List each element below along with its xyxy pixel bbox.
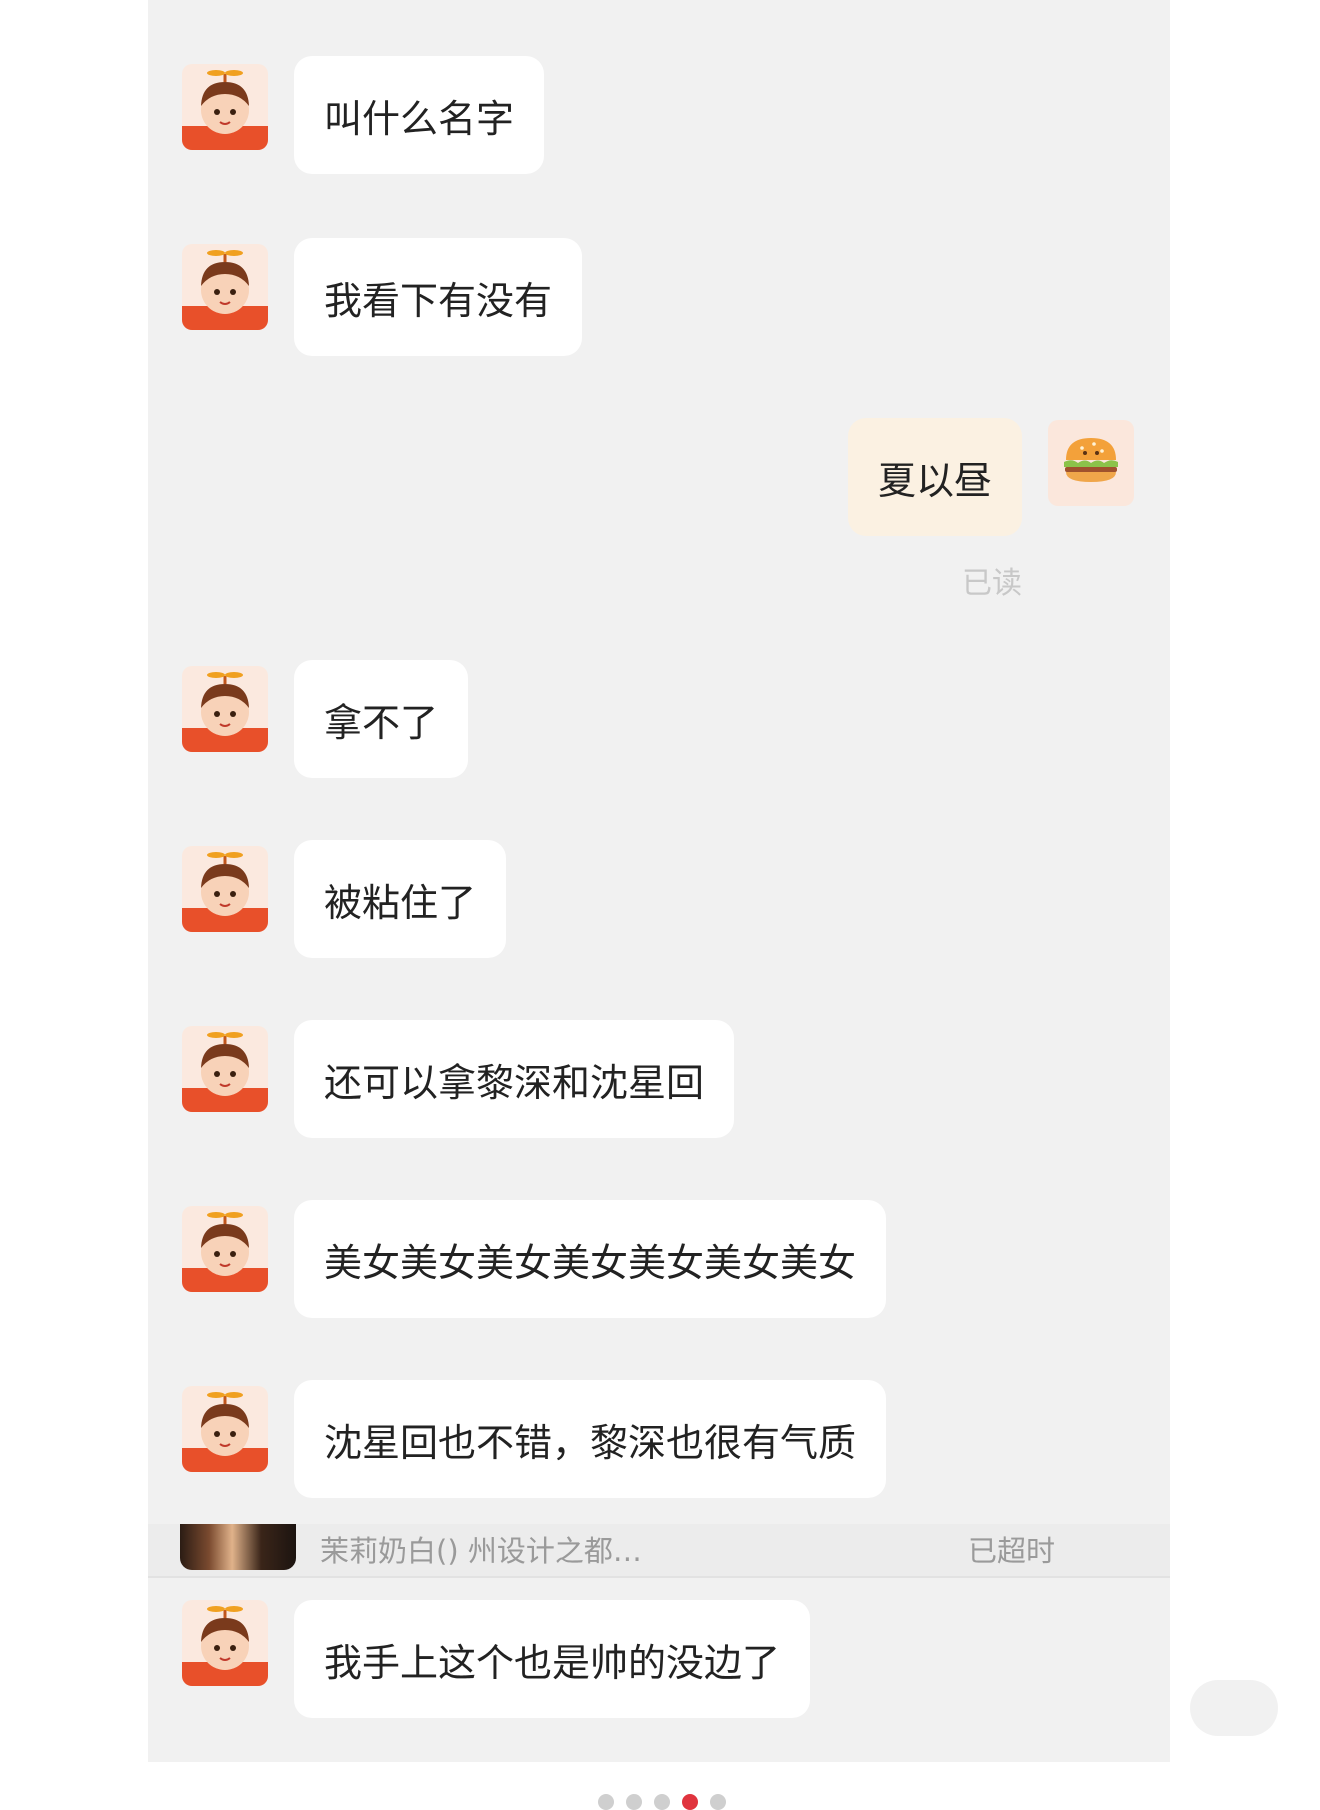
- message-bubble[interactable]: 沈星回也不错，黎深也很有气质: [294, 1380, 887, 1498]
- hamburger-avatar-icon: [1064, 438, 1118, 482]
- page-indicator: [598, 1790, 726, 1810]
- message-bubble[interactable]: 我手上这个也是帅的没边了: [294, 1600, 811, 1718]
- propeller-hat-boy-avatar-icon: [182, 1606, 268, 1686]
- contact-avatar[interactable]: [182, 846, 268, 932]
- propeller-hat-boy-avatar-icon: [182, 1212, 268, 1292]
- contact-avatar[interactable]: [182, 64, 268, 150]
- contact-avatar[interactable]: [182, 1386, 268, 1472]
- propeller-hat-boy-avatar-icon: [182, 852, 268, 932]
- contact-avatar[interactable]: [182, 1206, 268, 1292]
- notice-thumbnail: [180, 1524, 296, 1570]
- propeller-hat-boy-avatar-icon: [182, 250, 268, 330]
- message-bubble[interactable]: 叫什么名字: [294, 56, 545, 174]
- read-receipt: 已读: [962, 566, 1022, 601]
- message-bubble[interactable]: 美女美女美女美女美女美女美女: [294, 1200, 887, 1318]
- contact-avatar[interactable]: [182, 666, 268, 752]
- chat-screen: 叫什么名字 我看下有没有 夏以昼 已读 拿不了 被粘住了 还可以拿黎深和沈星回 …: [148, 0, 1170, 1762]
- contact-avatar[interactable]: [182, 1600, 268, 1686]
- propeller-hat-boy-avatar-icon: [182, 672, 268, 752]
- propeller-hat-boy-avatar-icon: [182, 1032, 268, 1112]
- order-notice-banner[interactable]: 茉莉奶白() 州设计之都… 已超时: [148, 1524, 1170, 1578]
- contact-avatar[interactable]: [182, 244, 268, 330]
- self-avatar[interactable]: [1048, 420, 1134, 506]
- floating-button[interactable]: [1190, 1680, 1278, 1736]
- message-bubble-outgoing[interactable]: 夏以昼: [847, 418, 1022, 536]
- notice-status: 已超时: [968, 1534, 1056, 1568]
- message-bubble[interactable]: 被粘住了: [294, 840, 507, 958]
- message-bubble[interactable]: 拿不了: [294, 660, 469, 778]
- contact-avatar[interactable]: [182, 1026, 268, 1112]
- notice-text: 茉莉奶白() 州设计之都…: [320, 1534, 642, 1568]
- message-bubble[interactable]: 还可以拿黎深和沈星回: [294, 1020, 735, 1138]
- propeller-hat-boy-avatar-icon: [182, 1392, 268, 1472]
- message-bubble[interactable]: 我看下有没有: [294, 238, 583, 356]
- propeller-hat-boy-avatar-icon: [182, 70, 268, 150]
